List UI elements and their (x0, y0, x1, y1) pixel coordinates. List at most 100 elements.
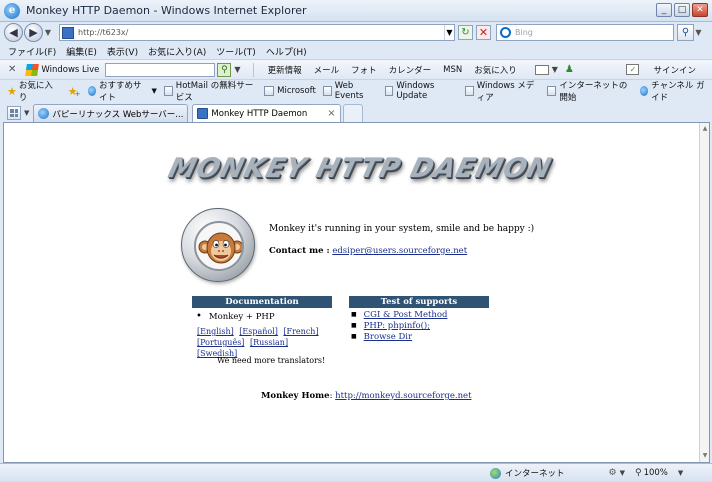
tests-header: Test of supports (349, 296, 489, 308)
status-bar: インターネット ⚙ ▼ ⚲ 100% ▼ (0, 463, 712, 482)
menu-favorites[interactable]: お気に入り(A) (143, 45, 211, 58)
zoom-dropdown-icon[interactable]: ▼ (678, 469, 683, 477)
wl-link-updates[interactable]: 更新情報 (268, 64, 302, 76)
wl-link-photos[interactable]: フォト (351, 64, 377, 76)
signin-link[interactable]: サインイン (653, 64, 696, 76)
contact-label: Contact me : (269, 246, 330, 256)
tab-puppy-linux[interactable]: パピーリナックス Webサーバー... (33, 104, 189, 122)
home-url-link[interactable]: http://monkeyd.sourceforge.net (335, 391, 471, 401)
menu-help[interactable]: ヘルプ(H) (261, 45, 312, 58)
monkey-badge (181, 208, 255, 282)
menu-tools[interactable]: ツール(T) (211, 45, 261, 58)
fav-windows-media[interactable]: Windows メディア (464, 79, 541, 103)
new-tab-button[interactable] (342, 104, 363, 122)
language-links: [English] [Español] [French] [Português]… (197, 326, 327, 359)
protected-mode-dropdown-icon[interactable]: ▼ (620, 469, 625, 477)
home-label: Monkey Home (261, 391, 330, 401)
favorites-bar: ★ お気に入り ★ + おすすめサイト ▼ HotMail の無料サービス Mic… (0, 79, 712, 103)
toolbar-close-icon[interactable]: ✕ (8, 64, 16, 75)
windows-live-search-button[interactable]: ⚲ (217, 62, 232, 77)
lang-portuguese-link[interactable]: [Português] (197, 338, 244, 347)
messenger-icon[interactable]: ♟ (565, 64, 574, 75)
mail-icon[interactable] (534, 64, 549, 75)
tab-close-icon[interactable]: × (327, 108, 335, 119)
wl-link-mail[interactable]: メール (314, 64, 340, 76)
scroll-down-icon[interactable]: ▼ (701, 452, 709, 460)
list-item: CGI & Post Method (351, 310, 448, 321)
lang-spanish-link[interactable]: [Español] (239, 327, 278, 336)
fav-label: おすすめサイト (99, 81, 142, 103)
security-zone: インターネット (505, 469, 565, 479)
protected-mode-icon[interactable]: ⚙ (609, 468, 617, 478)
quick-tabs-icon[interactable] (7, 106, 21, 120)
home-line: Monkey Home: http://monkeyd.sourceforge.… (261, 391, 472, 401)
favorites-star-icon[interactable]: ★ (7, 85, 17, 98)
fav-web-events[interactable]: Web Events (322, 81, 378, 101)
search-box[interactable]: Bing (496, 24, 674, 41)
fav-channel-guide[interactable]: チャンネル ガイド (639, 79, 712, 103)
wl-link-favorites[interactable]: お気に入り (474, 64, 517, 76)
tests-list: CGI & Post Method PHP: phpinfo(); Browse… (351, 310, 448, 343)
ie-page-icon (38, 108, 50, 119)
lang-french-link[interactable]: [French] (283, 327, 318, 336)
history-dropdown[interactable]: ▼ (43, 28, 53, 37)
doc-item-monkey-php: Monkey + PHP (196, 311, 275, 322)
maximize-button[interactable]: □ (674, 3, 690, 17)
forward-button[interactable]: ▶ (24, 23, 43, 42)
translators-note: We need more translators! (217, 356, 326, 365)
tab-bar: ▼ パピーリナックス Webサーバー... Monkey HTTP Daemon… (0, 102, 712, 122)
windows-live-search-dropdown-icon[interactable]: ▼ (234, 65, 240, 74)
contact-email-link[interactable]: edsiper@users.sourceforge.net (332, 246, 467, 256)
menu-edit[interactable]: 編集(E) (61, 45, 102, 58)
close-button[interactable]: ✕ (692, 3, 708, 17)
wl-link-msn[interactable]: MSN (443, 65, 462, 75)
search-button[interactable]: ⚲ (677, 24, 694, 41)
tab-label: Monkey HTTP Daemon (211, 108, 308, 119)
windows-live-search-input[interactable] (105, 62, 216, 77)
stop-button[interactable]: ✕ (476, 25, 491, 40)
search-dropdown-icon[interactable]: ▼ (694, 28, 703, 37)
zoom-level[interactable]: 100% (644, 468, 668, 478)
address-url[interactable]: http://t623x/ (78, 28, 128, 37)
fav-hotmail[interactable]: HotMail の無料サービス (163, 79, 257, 103)
address-row: ◀ ▶ ▼ http://t623x/ ▼ ↻ ✕ Bing ⚲ ▼ (0, 22, 712, 43)
browse-dir-link[interactable]: Browse Dir (364, 332, 412, 342)
lang-russian-link[interactable]: [Russian] (250, 338, 288, 347)
tab-list-dropdown-icon[interactable]: ▼ (24, 109, 29, 117)
fav-label: インターネットの開始 (559, 81, 628, 103)
fav-label: チャンネル ガイド (651, 81, 705, 103)
ie-page-icon (87, 86, 97, 96)
address-dropdown-icon[interactable]: ▼ (444, 25, 454, 40)
menu-file[interactable]: ファイル(F) (0, 45, 61, 58)
address-bar[interactable]: http://t623x/ ▼ (59, 24, 455, 41)
refresh-button[interactable]: ↻ (458, 25, 473, 40)
page-viewport: MONKEY HTTP DAEMON Monkey it's running i… (3, 122, 710, 463)
fav-microsoft[interactable]: Microsoft (264, 86, 316, 96)
vertical-scrollbar[interactable]: ▲ ▼ (699, 123, 709, 462)
documentation-header: Documentation (192, 296, 332, 308)
fav-suggested-sites[interactable]: おすすめサイト ▼ (87, 79, 157, 103)
back-button[interactable]: ◀ (4, 23, 23, 42)
search-placeholder[interactable]: Bing (515, 28, 533, 37)
zoom-icon[interactable]: ⚲ (635, 468, 642, 478)
windows-live-label: Windows Live (41, 64, 100, 75)
page-icon (264, 86, 275, 96)
phpinfo-link[interactable]: PHP: phpinfo(); (364, 321, 430, 331)
lang-english-link[interactable]: [English] (197, 327, 234, 336)
fav-windows-update[interactable]: Windows Update (384, 81, 458, 101)
running-message: Monkey it's running in your system, smil… (269, 224, 535, 234)
minimize-button[interactable]: _ (656, 3, 672, 17)
menu-bar: ファイル(F) 編集(E) 表示(V) お気に入り(A) ツール(T) ヘルプ(… (0, 44, 712, 59)
fav-internet-start[interactable]: インターネットの開始 (547, 79, 632, 103)
tab-monkey-http-daemon[interactable]: Monkey HTTP Daemon × (192, 104, 341, 122)
toolbar-divider (252, 62, 254, 77)
scroll-up-icon[interactable]: ▲ (701, 125, 709, 133)
page-icon (62, 26, 74, 39)
page-icon (197, 108, 209, 119)
mail-dropdown-icon[interactable]: ▼ (552, 65, 558, 74)
favorites-button[interactable]: お気に入り (19, 79, 56, 103)
page-icon (464, 86, 474, 96)
wl-link-calendar[interactable]: カレンダー (389, 64, 432, 76)
cgi-post-link[interactable]: CGI & Post Method (364, 310, 448, 320)
menu-view[interactable]: 表示(V) (102, 45, 143, 58)
